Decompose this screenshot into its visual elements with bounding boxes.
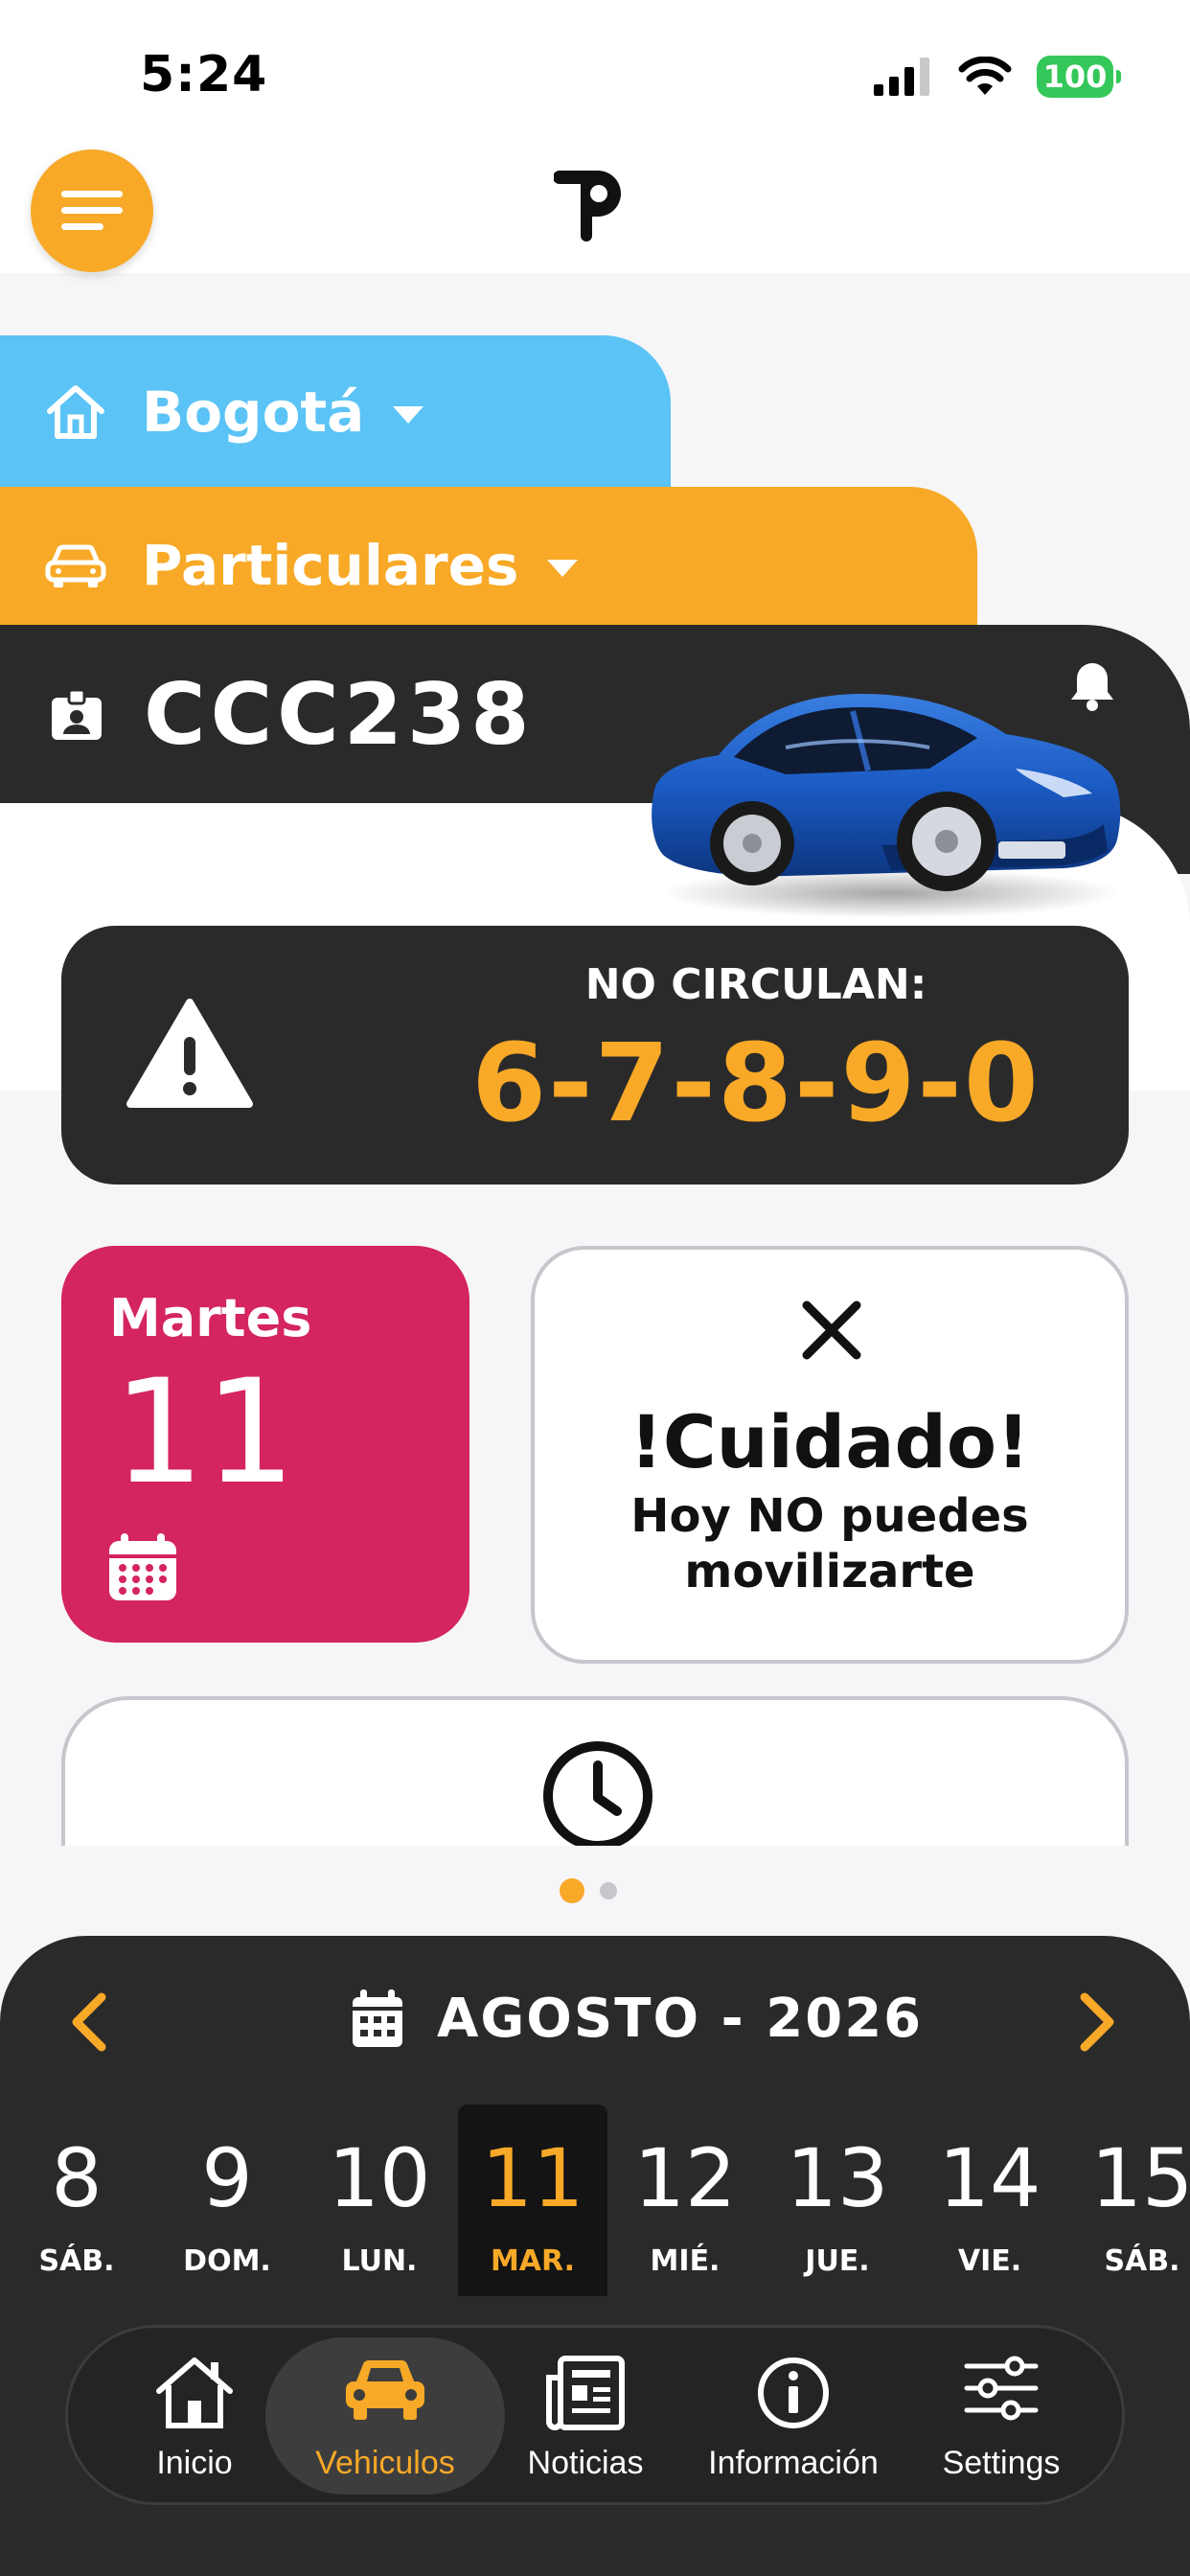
- chevron-left-icon[interactable]: [67, 1991, 109, 2053]
- alert-card: !Cuidado! Hoy NO puedes movilizarte: [531, 1246, 1129, 1664]
- tab-label: Vehiculos: [315, 2445, 455, 2481]
- newspaper-icon: [546, 2356, 625, 2430]
- day-cell-number: 11: [481, 2131, 584, 2225]
- home-icon: [156, 2358, 233, 2428]
- day-cell-weekday: VIE.: [957, 2244, 1022, 2278]
- car-illustration: [652, 694, 1121, 918]
- plate-number: CCC238: [144, 665, 535, 764]
- day-cell-number: 8: [51, 2131, 103, 2225]
- day-cell-weekday: LUN.: [341, 2244, 418, 2278]
- app-screen: 5:24 100 Bogotá Particulares CCC238 NO C…: [0, 0, 1190, 2576]
- chevron-right-icon[interactable]: [1077, 1991, 1119, 2053]
- today-card: Martes 11: [61, 1246, 469, 1643]
- day-cell[interactable]: 9 DOM.: [152, 2104, 302, 2296]
- tab-label: Settings: [942, 2445, 1061, 2481]
- warning-icon: [126, 999, 253, 1108]
- menu-button[interactable]: [31, 150, 153, 272]
- signal-icon: [874, 58, 929, 96]
- status-icons: 100: [872, 56, 1121, 98]
- home-outline-icon: [47, 385, 104, 439]
- alert-title: !Cuidado!: [629, 1399, 1030, 1484]
- tab-settings[interactable]: Settings: [915, 2328, 1087, 2502]
- vehicle-category-name: Particulares: [142, 533, 519, 598]
- day-cell-weekday: SÁB.: [1104, 2244, 1180, 2278]
- day-cell-weekday: DOM.: [183, 2244, 271, 2278]
- city-selector-row: Bogotá: [44, 380, 424, 445]
- pager-dot-active[interactable]: [560, 1878, 584, 1903]
- day-cell-weekday: MAR.: [490, 2244, 576, 2278]
- car-icon: [346, 2359, 424, 2420]
- tab-label: Noticias: [527, 2445, 644, 2481]
- day-strip: 8 SÁB. 9 DOM. 10 LUN. 11 MAR. 12 MIÉ. 13…: [0, 2104, 1190, 2296]
- day-number: 11: [113, 1349, 296, 1516]
- info-icon: [758, 2358, 829, 2428]
- day-cell[interactable]: 8 SÁB.: [2, 2104, 151, 2296]
- tab-inicio[interactable]: Inicio: [118, 2328, 271, 2502]
- day-cell[interactable]: 15 SÁB.: [1067, 2104, 1190, 2296]
- sliders-icon: [964, 2356, 1039, 2421]
- day-cell-number: 10: [328, 2131, 431, 2225]
- calendar-icon: [109, 1533, 176, 1600]
- carousel-pager[interactable]: [560, 1878, 617, 1903]
- chevron-down-icon: [547, 560, 579, 577]
- day-cell[interactable]: 12 MIÉ.: [610, 2104, 760, 2296]
- day-cell-selected[interactable]: 11 MAR.: [458, 2104, 607, 2296]
- battery-indicator: 100: [1037, 56, 1121, 98]
- day-cell[interactable]: 10 LUN.: [305, 2104, 454, 2296]
- status-time: 5:24: [140, 46, 268, 104]
- tab-informacion[interactable]: Información: [693, 2328, 894, 2502]
- day-cell-number: 15: [1090, 2131, 1190, 2225]
- tab-vehiculos[interactable]: Vehiculos: [265, 2337, 505, 2495]
- car-outline-icon: [45, 544, 106, 587]
- alert-message: Hoy NO puedes movilizarte: [630, 1489, 1029, 1598]
- menu-icon: [61, 191, 123, 230]
- day-cell-number: 14: [938, 2131, 1041, 2225]
- close-x-icon: [802, 1300, 861, 1360]
- vehicle-category-row: Particulares: [44, 533, 579, 598]
- restriction-label: NO CIRCULAN:: [584, 960, 927, 1009]
- bottom-tab-bar: Inicio Vehiculos Noticias Información Se…: [65, 2325, 1125, 2505]
- tab-label: Inicio: [156, 2445, 233, 2481]
- day-cell-number: 12: [633, 2131, 737, 2225]
- day-cell-number: 13: [786, 2131, 889, 2225]
- weekday-name: Martes: [109, 1288, 312, 1348]
- day-cell[interactable]: 14 VIE.: [915, 2104, 1064, 2296]
- app-logo-icon: [554, 171, 621, 242]
- tab-noticias[interactable]: Noticias: [509, 2328, 662, 2502]
- day-cell[interactable]: 13 JUE.: [763, 2104, 912, 2296]
- day-cell-weekday: JUE.: [805, 2244, 870, 2278]
- id-badge-icon: [52, 688, 102, 740]
- day-cell-weekday: SÁB.: [38, 2244, 115, 2278]
- restricted-digits: 6-7-8-9-0: [471, 1022, 1041, 1146]
- wifi-icon: [958, 57, 1012, 95]
- tab-label: Información: [708, 2445, 879, 2481]
- restriction-card: NO CIRCULAN: 6-7-8-9-0: [61, 926, 1129, 1184]
- pager-dot[interactable]: [600, 1882, 617, 1899]
- chevron-down-icon: [393, 406, 424, 424]
- calendar-icon: [353, 1989, 402, 2047]
- month-header: AGOSTO - 2026: [351, 1988, 923, 2050]
- city-name: Bogotá: [142, 380, 365, 445]
- month-label: AGOSTO - 2026: [437, 1988, 924, 2050]
- clock-icon: [543, 1741, 652, 1851]
- plate-row[interactable]: CCC238: [50, 665, 534, 764]
- day-cell-weekday: MIÉ.: [650, 2244, 721, 2278]
- day-cell-number: 9: [201, 2131, 253, 2225]
